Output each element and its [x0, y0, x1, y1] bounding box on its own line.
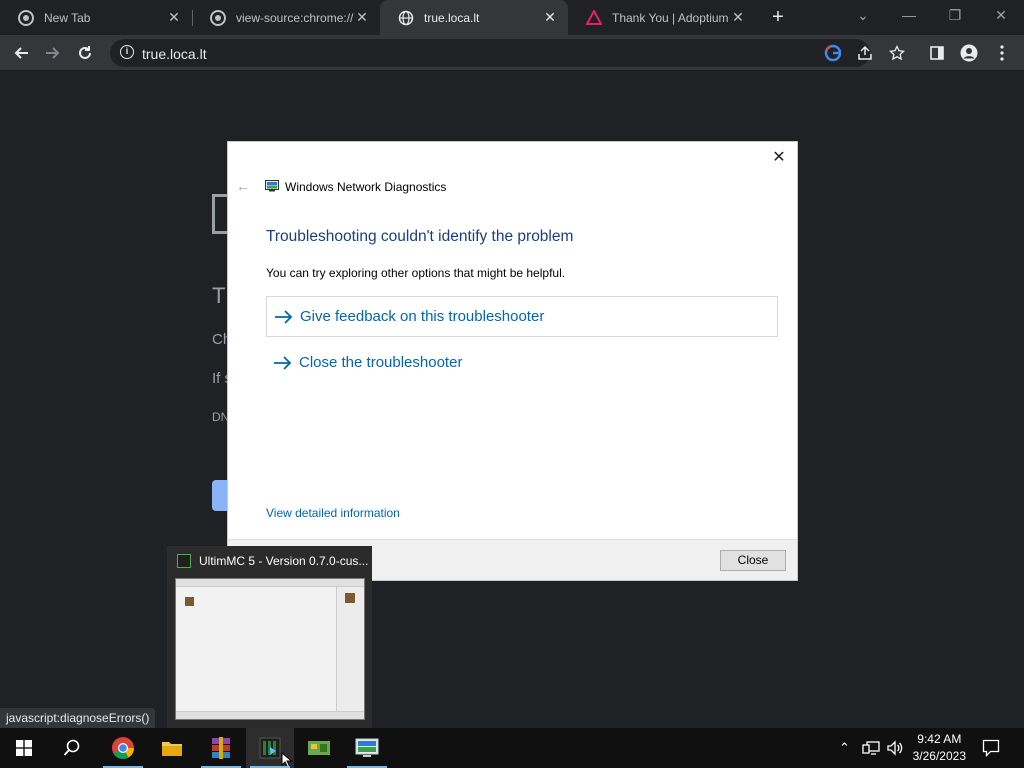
- address-bar[interactable]: i true.loca.lt: [110, 39, 870, 67]
- option-label: Give feedback on this troubleshooter: [300, 308, 545, 325]
- start-icon: [16, 740, 32, 756]
- error-title-fragment: T: [212, 283, 226, 308]
- preview-toolbar: [176, 579, 364, 587]
- side-panel-icon: [930, 46, 944, 60]
- chrome-icon: [210, 9, 226, 26]
- menu-button[interactable]: [989, 40, 1015, 66]
- file-explorer-icon: [162, 742, 182, 756]
- diagnostics-icon: [265, 180, 279, 192]
- preview-statusbar: [176, 711, 364, 719]
- arrow-left-icon: [14, 47, 28, 59]
- tab-adoptium[interactable]: Thank You | Adoptium ✕: [568, 0, 756, 35]
- ultimmc-icon: [259, 737, 281, 759]
- forward-button[interactable]: [40, 40, 66, 66]
- close-tab-icon[interactable]: ✕: [354, 9, 370, 26]
- bookmark-button[interactable]: [884, 40, 910, 66]
- notification-icon[interactable]: [982, 739, 1000, 757]
- taskbar-file-explorer[interactable]: [148, 728, 196, 768]
- taskbar-network-app[interactable]: [295, 728, 343, 768]
- dialog-close-icon[interactable]: ✕: [769, 148, 789, 168]
- arrow-right-icon: [46, 47, 60, 59]
- info-icon[interactable]: i: [120, 45, 134, 59]
- tab-true-loca-lt[interactable]: true.loca.lt ✕: [380, 0, 568, 35]
- volume-icon[interactable]: [886, 740, 904, 756]
- error-page-icon: [212, 194, 228, 234]
- new-tab-button[interactable]: +: [767, 6, 789, 28]
- window-close-button[interactable]: ✕: [978, 0, 1024, 32]
- chrome-icon: [18, 9, 34, 26]
- preview-instance-icon: [185, 597, 194, 606]
- winrar-icon: [212, 737, 230, 759]
- restore-button[interactable]: ❐: [932, 0, 978, 32]
- dialog-subtext: You can try exploring other options that…: [266, 266, 566, 280]
- close-tab-icon[interactable]: ✕: [730, 9, 746, 26]
- option-label: Close the troubleshooter: [299, 354, 463, 371]
- profile-button[interactable]: [956, 40, 982, 66]
- tab-new-tab[interactable]: New Tab ✕: [0, 0, 192, 35]
- dialog-title: Windows Network Diagnostics: [285, 180, 447, 194]
- preview-sidebar: [336, 587, 364, 713]
- tab-title: New Tab: [44, 10, 91, 25]
- tab-view-source[interactable]: view-source:chrome://n ✕: [192, 0, 380, 35]
- share-button[interactable]: [852, 40, 878, 66]
- ultimmc-icon: [177, 554, 191, 568]
- url-text[interactable]: true.loca.lt: [142, 46, 207, 62]
- close-troubleshooter-option[interactable]: Close the troubleshooter: [266, 342, 778, 383]
- tab-strip: New Tab ✕ view-source:chrome://n ✕ true.…: [0, 0, 1024, 35]
- system-clock[interactable]: 9:42 AM 3/26/2023: [913, 731, 966, 765]
- adoptium-icon: [586, 9, 602, 25]
- reload-icon: [79, 46, 91, 59]
- thumbnail-title: UltimMC 5 - Version 0.7.0-cus...: [199, 554, 369, 568]
- back-button[interactable]: [8, 40, 34, 66]
- close-button[interactable]: Close: [720, 550, 786, 571]
- taskbar-chrome[interactable]: [99, 728, 147, 768]
- tab-title: true.loca.lt: [424, 10, 480, 25]
- search-button[interactable]: [48, 728, 96, 768]
- side-panel-button[interactable]: [924, 40, 950, 66]
- dialog-heading: Troubleshooting couldn't identify the pr…: [266, 228, 574, 245]
- arrow-right-icon: [274, 355, 292, 370]
- reload-button[interactable]: [72, 40, 98, 66]
- start-button[interactable]: [0, 728, 48, 768]
- windows-taskbar: ⌃ 9:42 AM 3/26/2023: [0, 728, 1024, 768]
- preview-sidebar-icon: [345, 593, 355, 603]
- view-detailed-info-link[interactable]: View detailed information: [266, 506, 400, 520]
- close-tab-icon[interactable]: ✕: [542, 9, 558, 26]
- close-tab-icon[interactable]: ✕: [166, 9, 182, 26]
- thumbnail-window-preview[interactable]: [175, 578, 365, 720]
- network-status-icon[interactable]: [862, 740, 880, 756]
- network-diagnostics-dialog: ✕ ← Windows Network Diagnostics Troubles…: [227, 141, 798, 581]
- clock-date: 3/26/2023: [912, 749, 966, 763]
- tab-search-icon[interactable]: ⌄: [840, 0, 886, 32]
- search-icon: [63, 739, 80, 756]
- network-icon: [308, 741, 330, 755]
- arrow-right-icon: [275, 309, 293, 324]
- taskbar-winrar[interactable]: [197, 728, 245, 768]
- diagnostics-icon: [355, 738, 379, 757]
- taskbar-ultimmc[interactable]: [246, 728, 294, 768]
- chrome-icon: [112, 737, 134, 759]
- back-arrow-icon[interactable]: ←: [236, 178, 250, 194]
- clock-time: 9:42 AM: [917, 732, 962, 746]
- show-hidden-icons[interactable]: ⌃: [839, 740, 850, 756]
- link-status-bubble: javascript:diagnoseErrors(): [0, 708, 156, 728]
- mouse-cursor-icon: [281, 752, 293, 768]
- tab-title: Thank You | Adoptium: [612, 10, 729, 25]
- give-feedback-option[interactable]: Give feedback on this troubleshooter: [266, 296, 778, 337]
- globe-icon: [398, 10, 414, 25]
- star-icon: [889, 45, 905, 61]
- google-lens-button[interactable]: [820, 40, 846, 66]
- taskbar-diagnostics[interactable]: [343, 728, 391, 768]
- tab-title: view-source:chrome://n: [236, 10, 354, 25]
- taskbar-thumbnail-preview[interactable]: UltimMC 5 - Version 0.7.0-cus...: [167, 546, 372, 728]
- more-vert-icon: [1000, 45, 1004, 61]
- google-icon: [824, 44, 842, 62]
- person-icon: [960, 44, 978, 62]
- browser-toolbar: i true.loca.lt: [0, 35, 1024, 71]
- share-icon: [858, 45, 872, 60]
- minimize-button[interactable]: —: [886, 0, 932, 32]
